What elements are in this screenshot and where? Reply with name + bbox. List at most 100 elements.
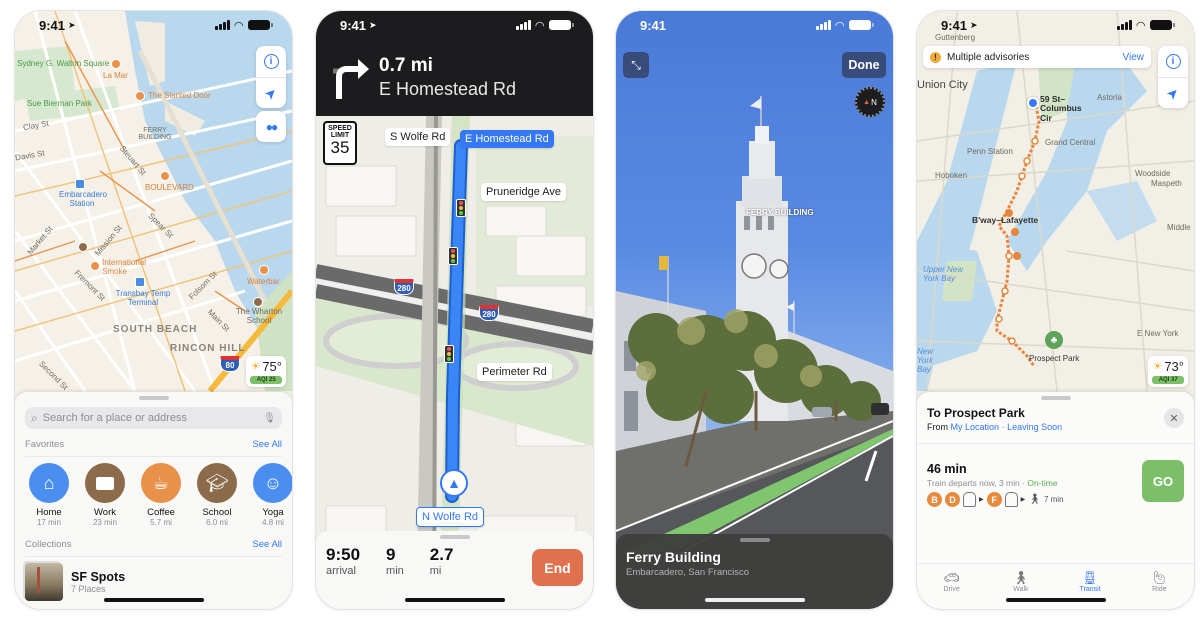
tab-walk[interactable]: 🚶︎ Walk	[996, 570, 1046, 593]
collections-header: Collections See All	[25, 539, 282, 557]
home-indicator[interactable]	[103, 598, 204, 602]
home-icon: ⌂	[29, 463, 69, 503]
wifi-icon: ◠	[835, 19, 844, 32]
done-button[interactable]: Done	[842, 52, 886, 78]
favorite-distance: 6.0 mi	[206, 518, 228, 527]
traffic-light-icon	[444, 345, 454, 363]
favorite-coffee[interactable]: ☕︎ Coffee 5.7 mi	[137, 463, 185, 527]
arrival-time: 9:50	[326, 545, 361, 564]
look-around-button[interactable]: ●●	[256, 111, 286, 142]
collapse-button[interactable]: ⤡	[623, 52, 649, 78]
walk-duration: 7 min	[1043, 495, 1064, 504]
compass-button[interactable]: ▲ N	[855, 87, 885, 117]
go-button[interactable]: GO	[1142, 460, 1184, 502]
sheet-grabber[interactable]	[138, 396, 169, 400]
map-label: E New York	[1137, 329, 1179, 338]
landmark-label[interactable]: FERRY BUILDING	[746, 208, 814, 217]
microphone-icon[interactable]: 🎙︎	[263, 413, 276, 424]
map-label: Middle	[1167, 223, 1191, 232]
close-button[interactable]: ✕	[1164, 408, 1184, 428]
place-subtitle: Embarcadero, San Francisco	[626, 567, 750, 578]
home-indicator[interactable]	[1005, 598, 1106, 602]
map-label: The Wharton School	[235, 307, 283, 325]
departure-time-link[interactable]: Leaving Soon	[1007, 422, 1062, 432]
advisory-banner[interactable]: ! Multiple advisories View	[923, 46, 1151, 68]
traffic-light-icon	[448, 247, 458, 265]
favorite-work[interactable]: Work 23 min	[81, 463, 129, 527]
weather-widget[interactable]: ☀ 73° AQI 37	[1148, 356, 1188, 387]
favorite-yoga[interactable]: ☺ Yoga 4.8 mi	[249, 463, 292, 527]
aqi-badge: AQI 25	[250, 376, 282, 384]
current-location-button[interactable]: ➤	[256, 77, 286, 108]
home-indicator[interactable]	[704, 598, 805, 602]
restaurant-poi-icon[interactable]	[160, 171, 170, 181]
compass-needle-icon: ▲	[863, 98, 871, 106]
school-poi-icon[interactable]	[78, 242, 88, 252]
warning-icon: !	[930, 51, 941, 63]
district-label: SOUTH BEACH	[113, 324, 198, 335]
restaurant-poi-icon[interactable]	[111, 59, 121, 69]
map-label: Embarcadero Station	[59, 190, 108, 208]
current-street-label: N Wolfe Rd	[416, 507, 485, 527]
interstate-shield: 80	[220, 356, 240, 372]
battery-icon	[1150, 20, 1175, 30]
train-icon	[963, 492, 976, 507]
collections-see-all-link[interactable]: See All	[252, 539, 282, 550]
tab-transit[interactable]: 🚆︎ Transit	[1065, 570, 1115, 593]
sheet-grabber[interactable]	[739, 538, 770, 542]
map-label: BOULEVARD	[145, 183, 194, 192]
transit-station-icon[interactable]	[75, 179, 85, 189]
look-around-control: ●●	[256, 111, 286, 142]
favorites-see-all-link[interactable]: See All	[252, 439, 282, 450]
restaurant-poi-icon[interactable]	[135, 91, 145, 101]
origin-link[interactable]: My Location	[951, 422, 1000, 432]
map-label: Union City	[917, 79, 968, 91]
favorite-school[interactable]: 🎓︎ School 6.0 mi	[193, 463, 241, 527]
restaurant-poi-icon[interactable]	[259, 265, 269, 275]
route-option[interactable]: 46 min Train departs now, 3 min · On-tim…	[917, 444, 1194, 564]
info-button[interactable]: i	[1158, 46, 1188, 77]
walk-icon: 🚶︎	[1028, 494, 1041, 505]
look-around-view[interactable]	[616, 11, 893, 609]
favorite-label: Coffee	[147, 507, 175, 518]
collection-title: SF Spots	[71, 570, 126, 584]
phone-look-around: 9:41 ◠ ⤡ Done ▲ N FERRY BUILDING Ferry Bu…	[616, 11, 893, 609]
directions-header: To Prospect Park From My Location · Leav…	[917, 400, 1194, 444]
search-field[interactable]: ⌕ Search for a place or address 🎙︎	[25, 407, 282, 429]
restaurant-poi-icon[interactable]	[90, 261, 100, 271]
favorite-eta: 17 min	[36, 518, 61, 527]
advisory-view-link[interactable]: View	[1123, 52, 1145, 63]
departure-info: Train departs now, 3 min ·	[927, 478, 1025, 488]
street-imagery	[616, 96, 893, 609]
aqi-badge: AQI 37	[1152, 376, 1184, 384]
map-label: Penn Station	[967, 147, 1013, 156]
sun-icon: ☀	[250, 361, 261, 373]
step-arrow-icon: ▶	[1020, 497, 1026, 503]
map-label: La Mar	[103, 71, 128, 80]
end-route-button[interactable]: End	[532, 549, 583, 586]
collection-item[interactable]: SF Spots 7 Places	[25, 563, 282, 601]
weather-widget[interactable]: ☀ 75° AQI 25	[246, 356, 286, 387]
tab-drive[interactable]: 🚗︎ Drive	[927, 570, 977, 593]
info-button[interactable]: i	[256, 46, 286, 77]
tab-ride[interactable]: 🙋︎ Ride	[1134, 570, 1184, 593]
temperature: 75°	[262, 359, 282, 374]
meditation-icon: ☺	[253, 463, 292, 503]
on-time-status: On-time	[1027, 478, 1058, 488]
directions-sheet: To Prospect Park From My Location · Leav…	[917, 392, 1194, 609]
maneuver-banner[interactable]: 9:41 ➤ ◠ 0.7 mi E Homestead Rd	[316, 11, 593, 116]
favorite-label: Yoga	[262, 507, 284, 518]
home-indicator[interactable]	[404, 598, 505, 602]
phone-explore: Sydney G. Walton Square Sue Bierman Park…	[15, 11, 292, 609]
favorite-home[interactable]: ⌂ Home 17 min	[25, 463, 73, 527]
destination-park-pin-icon[interactable]: ♣	[1045, 331, 1063, 349]
sun-icon: ☀	[1152, 361, 1163, 373]
favorite-label: School	[202, 507, 232, 518]
transit-station-icon[interactable]	[135, 277, 145, 287]
status-bar: 9:41 ◠	[616, 11, 893, 39]
destination-title: To Prospect Park	[927, 406, 1025, 420]
school-poi-icon[interactable]	[253, 297, 263, 307]
step-arrow-icon: ▶	[979, 497, 984, 503]
location-services-icon: ➤	[970, 19, 978, 30]
current-location-button[interactable]: ➤	[1158, 77, 1188, 108]
